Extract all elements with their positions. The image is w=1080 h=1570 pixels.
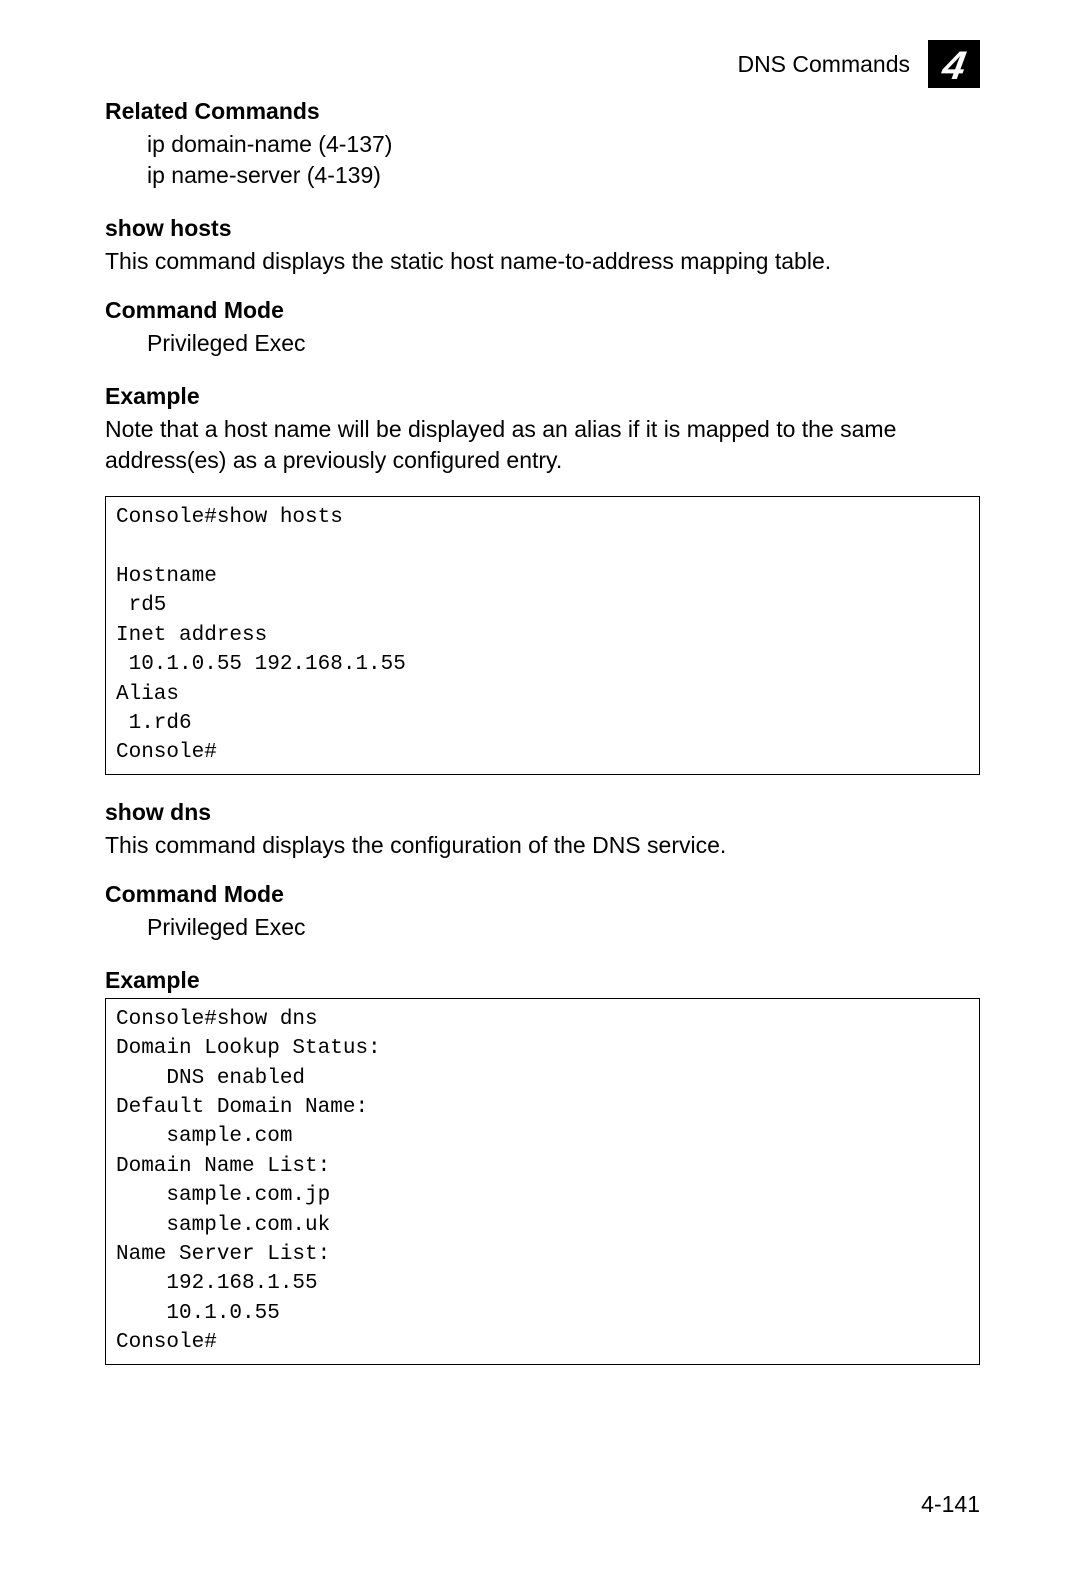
chapter-number: 4 [939,46,968,86]
show-dns-section: show dns This command displays the confi… [105,799,980,1365]
related-command-item: ip name-server (4-139) [147,160,980,191]
example-heading: Example [105,967,980,994]
show-dns-heading: show dns [105,799,980,826]
show-dns-code: Console#show dns Domain Lookup Status: D… [105,998,980,1365]
show-hosts-section: show hosts This command displays the sta… [105,215,980,775]
show-hosts-description: This command displays the static host na… [105,246,980,277]
related-command-item: ip domain-name (4-137) [147,129,980,160]
related-commands-list: ip domain-name (4-137) ip name-server (4… [147,129,980,191]
show-hosts-code: Console#show hosts Hostname rd5 Inet add… [105,496,980,775]
related-commands-heading: Related Commands [105,98,980,125]
command-mode-value-block: Privileged Exec [147,328,980,359]
show-hosts-heading: show hosts [105,215,980,242]
command-mode-heading: Command Mode [105,881,980,908]
command-mode-heading: Command Mode [105,297,980,324]
command-mode-value: Privileged Exec [147,912,980,943]
show-dns-description: This command displays the configuration … [105,830,980,861]
header-title: DNS Commands [737,51,910,78]
example-note: Note that a host name will be displayed … [105,414,980,476]
command-mode-value: Privileged Exec [147,328,980,359]
main-content: Related Commands ip domain-name (4-137) … [105,98,980,1389]
page-number: 4-141 [921,1491,980,1518]
command-mode-value-block: Privileged Exec [147,912,980,943]
page-header: DNS Commands 4 [737,40,980,88]
chapter-box: 4 [928,40,980,88]
example-heading: Example [105,383,980,410]
